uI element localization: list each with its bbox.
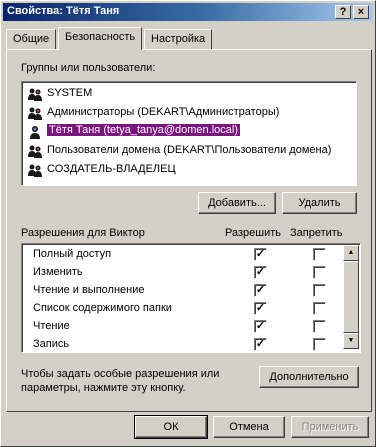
allow-checkbox[interactable]: ✓ xyxy=(254,302,267,315)
users-group-icon xyxy=(28,107,42,120)
close-button[interactable]: × xyxy=(353,5,369,19)
tab-settings[interactable]: Настройка xyxy=(144,29,213,49)
help-button[interactable]: ? xyxy=(335,5,351,19)
security-tab-panel: Группы или пользователи: SYSTEM Администр… xyxy=(6,49,372,412)
special-permissions-text-1: Чтобы задать особые разрешения или xyxy=(21,368,220,380)
permission-row: Запись ✓ xyxy=(27,336,345,354)
permission-row: Изменить ✓ xyxy=(27,264,345,282)
scroll-down-arrow-icon[interactable]: ▼ xyxy=(343,333,359,349)
users-group-icon xyxy=(28,164,42,177)
permission-row: Полный доступ ✓ xyxy=(27,246,345,264)
special-permissions-text-2: параметры, нажмите эту кнопку. xyxy=(21,382,186,394)
permission-name: Изменить xyxy=(33,266,83,278)
scroll-up-arrow-icon[interactable]: ▲ xyxy=(343,245,359,261)
permissions-header-label: Разрешения для Виктор xyxy=(21,227,145,239)
tab-general[interactable]: Общие xyxy=(6,29,57,49)
cancel-button[interactable]: Отмена xyxy=(213,416,285,438)
permission-row: Чтение и выполнение ✓ xyxy=(27,282,345,300)
users-group-icon xyxy=(28,145,42,158)
user-name: СОЗДАТЕЛЬ-ВЛАДЕЛЕЦ xyxy=(47,163,176,175)
apply-button-label: Применить xyxy=(301,421,359,433)
users-section-label: Группы или пользователи: xyxy=(21,62,156,74)
allow-checkbox[interactable]: ✓ xyxy=(254,266,267,279)
user-list-item[interactable]: Администраторы (DEKART\Администраторы) xyxy=(27,104,351,122)
user-name: SYSTEM xyxy=(47,87,93,99)
permission-name: Чтение xyxy=(33,320,70,332)
deny-checkbox[interactable] xyxy=(313,338,326,351)
window-title: Свойства: Тётя Таня xyxy=(7,5,120,17)
user-list-item[interactable]: SYSTEM xyxy=(27,85,351,103)
permissions-scrollbar[interactable]: ▲ ▼ xyxy=(343,245,359,349)
permission-name: Полный доступ xyxy=(33,248,112,260)
permission-name: Список содержимого папки xyxy=(33,302,172,314)
user-icon xyxy=(30,126,40,139)
tab-security[interactable]: Безопасность xyxy=(58,27,143,50)
deny-checkbox[interactable] xyxy=(313,302,326,315)
user-list-item[interactable]: СОЗДАТЕЛЬ-ВЛАДЕЛЕЦ xyxy=(27,161,351,179)
deny-checkbox[interactable] xyxy=(313,248,326,261)
permission-row: Чтение ✓ xyxy=(27,318,345,336)
add-button[interactable]: Добавить... xyxy=(198,192,276,214)
deny-checkbox[interactable] xyxy=(313,284,326,297)
user-list-item[interactable]: Пользователи домена (DEKART\Пользователи… xyxy=(27,142,351,160)
permission-name: Чтение и выполнение xyxy=(33,284,145,296)
allow-checkbox[interactable]: ✓ xyxy=(254,320,267,333)
users-group-icon xyxy=(28,88,42,101)
properties-dialog: Свойства: Тётя Таня ? × Общие Безопаснос… xyxy=(0,0,376,447)
user-list-item[interactable]: Тётя Таня (tetya_tanya@domen.local) xyxy=(27,123,351,141)
allow-checkbox[interactable]: ✓ xyxy=(254,248,267,261)
permissions-list: Полный доступ ✓ Изменить ✓ Чтение и выполнен… xyxy=(21,243,361,353)
user-name: Тётя Таня (tetya_tanya@domen.local) xyxy=(46,123,241,137)
advanced-button[interactable]: Дополнительно xyxy=(259,366,359,388)
deny-checkbox[interactable] xyxy=(313,266,326,279)
permission-row: Список содержимого папки ✓ xyxy=(27,300,345,318)
allow-column-header: Разрешить xyxy=(225,227,281,239)
users-list[interactable]: SYSTEM Администраторы (DEKART\Администрат… xyxy=(21,81,357,186)
remove-button[interactable]: Удалить xyxy=(282,192,357,214)
user-name: Пользователи домена (DEKART\Пользователи… xyxy=(47,144,332,156)
allow-checkbox[interactable]: ✓ xyxy=(254,284,267,297)
allow-checkbox[interactable]: ✓ xyxy=(254,338,267,351)
title-bar[interactable]: Свойства: Тётя Таня ? × xyxy=(3,3,373,21)
ok-button[interactable]: ОК xyxy=(134,415,208,439)
deny-column-header: Запретить xyxy=(290,227,343,239)
permission-name: Запись xyxy=(33,338,70,350)
apply-button[interactable]: Применить xyxy=(291,416,369,438)
deny-checkbox[interactable] xyxy=(313,320,326,333)
scroll-thumb[interactable] xyxy=(343,261,359,333)
user-name: Администраторы (DEKART\Администраторы) xyxy=(47,106,280,118)
